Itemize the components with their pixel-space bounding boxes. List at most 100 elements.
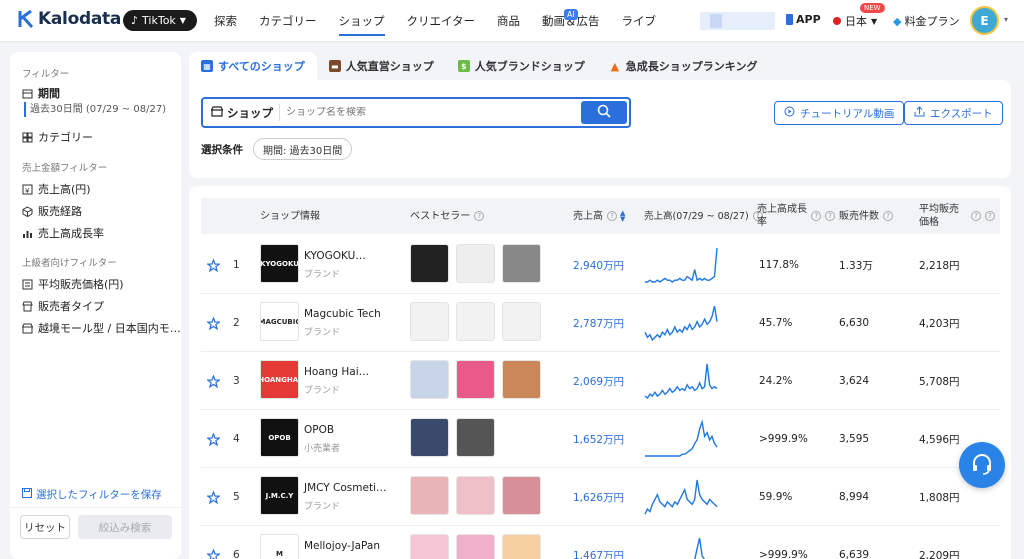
product-thumbnail[interactable] (456, 360, 495, 399)
product-thumbnail[interactable] (410, 418, 449, 457)
chevron-down-icon[interactable]: ▾ (1004, 15, 1008, 24)
nav-shop[interactable]: ショップ (338, 0, 385, 42)
favorite-star-icon[interactable] (207, 526, 220, 559)
product-thumbnail[interactable] (502, 476, 541, 515)
table-row[interactable]: 5 J.M.C.Y JMCY Cosmeti… ブランド 1,626万円 59.… (201, 468, 1000, 526)
shop-logo[interactable]: KYOGOKU (260, 244, 299, 283)
table-row[interactable]: 3 HOANGHAI Hoang Hai… ブランド 2,069万円 24.2%… (201, 352, 1000, 410)
sales-amount[interactable]: 1,652万円 (573, 410, 624, 468)
apply-filter-button[interactable]: 絞込み検索 (78, 515, 172, 539)
nav-category[interactable]: カテゴリー (259, 0, 317, 42)
nav-explore[interactable]: 探索 (214, 0, 237, 42)
app-link[interactable]: APP (786, 13, 821, 26)
help-icon[interactable]: ? (811, 211, 822, 221)
help-icon[interactable]: ? (971, 211, 981, 221)
favorite-star-icon[interactable] (207, 236, 220, 294)
filter-sidebar: フィルター 期間 過去30日間 (07/29 ~ 08/27) カテゴリー 売上… (10, 52, 181, 559)
tab-direct-shops[interactable]: ▬ 人気直営ショップ (317, 52, 446, 80)
category-filter[interactable]: カテゴリー (22, 129, 93, 145)
save-filter-link[interactable]: 選択したフィルターを保存 (22, 487, 162, 502)
sales-amount[interactable]: 2,940万円 (573, 236, 624, 294)
pricing-link[interactable]: ◆ 料金プラン (893, 13, 959, 29)
help-icon[interactable]: ? (607, 211, 617, 221)
language-select[interactable]: 日本 ▼ (833, 13, 877, 29)
help-icon[interactable]: ? (474, 211, 485, 221)
shop-logo[interactable]: OPOB (260, 418, 299, 457)
app-label: APP (796, 13, 821, 26)
sort-icon[interactable]: ▲ ▼ (620, 210, 625, 223)
sales-amount-filter[interactable]: ¥ 売上高(円) (22, 181, 91, 197)
product-thumbnail[interactable] (456, 534, 495, 559)
sales-amount[interactable]: 2,069万円 (573, 352, 624, 410)
product-thumbnail[interactable] (456, 302, 495, 341)
product-thumbnail[interactable] (410, 476, 449, 515)
sales-channel-filter[interactable]: 販売経路 (22, 203, 82, 219)
mall-type-filter[interactable]: 越境モール型 / 日本国内モ… (22, 320, 181, 336)
period-chip[interactable]: 期間: 過去30日間 (253, 138, 353, 160)
export-button[interactable]: エクスポート (904, 101, 1003, 125)
tutorial-video-button[interactable]: チュートリアル動画 (774, 101, 905, 125)
shop-logo-text: J.M.C.Y (265, 491, 294, 500)
favorite-star-icon[interactable] (207, 410, 220, 468)
shop-type: ブランド (304, 502, 341, 512)
shop-name[interactable]: Hoang Hai… (304, 366, 369, 378)
table-row[interactable]: 4 OPOB OPOB 小売業者 1,652万円 >999.9% 3,595 4… (201, 410, 1000, 468)
platform-select[interactable]: ♪ TikTok ▼ (123, 10, 197, 31)
favorite-star-icon[interactable] (207, 468, 220, 526)
support-chat-button[interactable] (959, 442, 1005, 488)
shop-logo[interactable]: J.M.C.Y (260, 476, 299, 515)
product-thumbnail[interactable] (456, 418, 495, 457)
seller-type-filter[interactable]: 販売者タイプ (22, 298, 104, 314)
shop-logo[interactable]: HOANGHAI (260, 360, 299, 399)
nav-product[interactable]: 商品 (497, 0, 520, 42)
help-icon[interactable]: ? (883, 211, 893, 221)
shop-name[interactable]: OPOB (304, 424, 334, 436)
favorite-star-icon[interactable] (207, 352, 220, 410)
sales-amount[interactable]: 1,467万円 (573, 526, 624, 559)
table-row[interactable]: 1 KYOGOKU KYOGOKU… ブランド 2,940万円 117.8% 1… (201, 236, 1000, 294)
shop-name[interactable]: KYOGOKU… (304, 250, 366, 262)
product-thumbnail[interactable] (410, 360, 449, 399)
table-row[interactable]: 2 MAGCUBIC Magcubic Tech ブランド 2,787万円 45… (201, 294, 1000, 352)
product-thumbnail[interactable] (410, 534, 449, 559)
help-icon[interactable]: ? (825, 211, 835, 221)
sales-amount[interactable]: 1,626万円 (573, 468, 624, 526)
product-thumbnail[interactable] (456, 244, 495, 283)
reset-button[interactable]: リセット (20, 515, 70, 539)
product-thumbnail[interactable] (502, 302, 541, 341)
product-thumbnail[interactable] (502, 244, 541, 283)
growth-rate-filter[interactable]: 売上高成長率 (22, 225, 104, 241)
shop-name[interactable]: Magcubic Tech (304, 308, 381, 320)
period-filter[interactable]: 期間 (22, 85, 60, 101)
shop-logo[interactable]: M (260, 534, 299, 559)
sales-amount[interactable]: 2,787万円 (573, 294, 624, 352)
nav-live[interactable]: ライブ (622, 0, 657, 42)
search-type[interactable]: ショップ (203, 104, 280, 121)
product-thumbnail[interactable] (410, 244, 449, 283)
growth-rate: 45.7% (759, 317, 793, 329)
col-sales[interactable]: 売上高? ▲ ▼ (573, 198, 625, 234)
table-row[interactable]: 6 M Mellojoy-JaPan ブランド 1,467万円 >999.9% … (201, 526, 1000, 559)
search-button[interactable] (581, 101, 627, 124)
shop-logo[interactable]: MAGCUBIC (260, 302, 299, 341)
avg-price-filter[interactable]: 平均販売価格(円) (22, 276, 124, 292)
kalodata-logo[interactable]: Kalodata (18, 9, 121, 29)
search-input[interactable] (280, 107, 581, 118)
avatar[interactable]: E (970, 6, 999, 35)
help-icon[interactable]: ? (985, 211, 995, 221)
favorite-star-icon[interactable] (207, 294, 220, 352)
product-thumbnail[interactable] (456, 476, 495, 515)
search-panel: ショップ チュートリアル動画 エクスポート 選択条件 期間: 過去30日間 (189, 80, 1011, 178)
product-thumbnail[interactable] (502, 360, 541, 399)
col-label: ショップ情報 (260, 210, 320, 222)
rank-number: 5 (233, 491, 240, 503)
tab-growth-ranking[interactable]: ▲ 急成長ショップランキング (597, 52, 770, 80)
nav-video-ads[interactable]: 動画＆広告 (542, 0, 600, 42)
tab-brand-shops[interactable]: $ 人気ブランドショップ (446, 52, 597, 80)
product-thumbnail[interactable] (502, 534, 541, 559)
tab-all-shops[interactable]: ▦ すべてのショップ (189, 52, 317, 80)
shop-name[interactable]: JMCY Cosmeti… (304, 482, 387, 494)
product-thumbnail[interactable] (410, 302, 449, 341)
shop-name[interactable]: Mellojoy-JaPan (304, 540, 380, 552)
nav-creator[interactable]: クリエイター (407, 0, 476, 42)
